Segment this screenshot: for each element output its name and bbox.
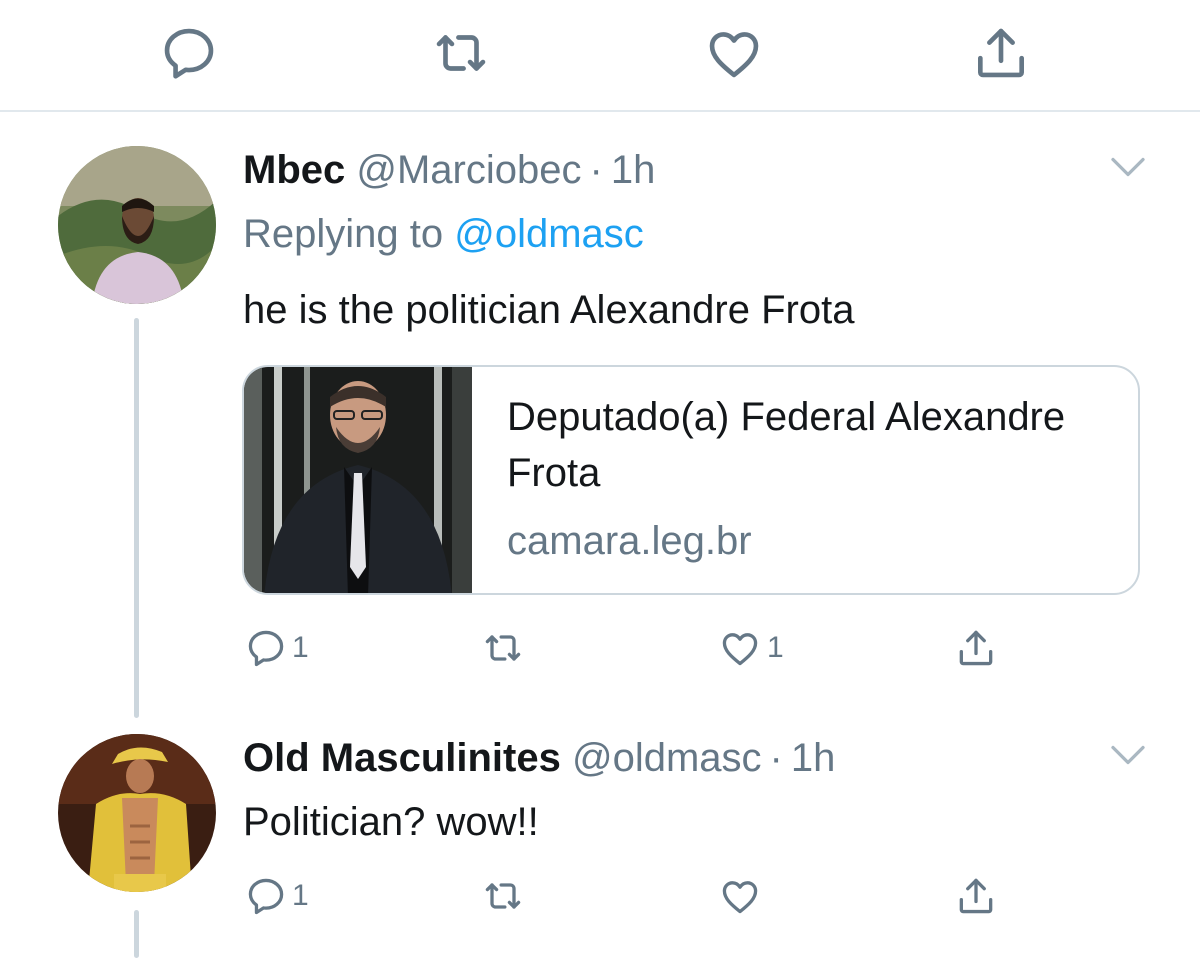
- reply-icon[interactable]: [158, 22, 220, 84]
- divider: [0, 110, 1200, 112]
- share-button[interactable]: [952, 872, 1000, 920]
- reply-count: 1: [292, 631, 309, 664]
- reply-icon: [244, 874, 288, 918]
- reply-count: 1: [292, 879, 309, 912]
- avatar[interactable]: [58, 734, 216, 892]
- share-button[interactable]: [952, 624, 1000, 672]
- replying-prefix: Replying to: [243, 212, 444, 256]
- thread-line: [134, 318, 139, 718]
- card-domain: camara.leg.br: [507, 519, 752, 563]
- user-handle[interactable]: @Marciobec: [356, 148, 581, 192]
- reply-icon: [244, 626, 288, 670]
- card-image: [244, 367, 472, 593]
- like-count: 1: [767, 631, 784, 664]
- retweet-button[interactable]: [478, 872, 532, 920]
- avatar[interactable]: [58, 146, 216, 304]
- chevron-down-icon[interactable]: [1110, 152, 1146, 182]
- tweet-header: Mbec @Marciobec · 1h: [243, 146, 655, 194]
- like-button[interactable]: 1: [717, 624, 784, 672]
- like-button[interactable]: [717, 872, 767, 920]
- retweet-button[interactable]: [478, 624, 532, 672]
- user-handle[interactable]: @oldmasc: [572, 736, 762, 780]
- like-icon: [717, 874, 763, 918]
- separator: ·: [589, 148, 603, 192]
- link-card[interactable]: Deputado(a) Federal Alexandre Frota cama…: [242, 365, 1140, 595]
- display-name[interactable]: Mbec: [243, 148, 345, 192]
- share-icon: [952, 874, 1000, 918]
- retweet-icon: [478, 626, 528, 670]
- card-title: Deputado(a) Federal Alexandre Frota: [507, 395, 1066, 495]
- thread-line: [134, 910, 139, 958]
- like-icon: [717, 626, 763, 670]
- retweet-icon: [478, 874, 528, 918]
- display-name[interactable]: Old Masculinites: [243, 736, 561, 780]
- chevron-down-icon[interactable]: [1110, 740, 1146, 770]
- mention-link[interactable]: @oldmasc: [454, 212, 644, 256]
- timestamp[interactable]: 1h: [791, 736, 836, 780]
- reply-button[interactable]: 1: [244, 872, 309, 920]
- tweet-text: he is the politician Alexandre Frota: [243, 288, 855, 332]
- timestamp[interactable]: 1h: [611, 148, 656, 192]
- like-icon[interactable]: [703, 22, 765, 84]
- reply-button[interactable]: 1: [244, 624, 309, 672]
- separator: ·: [769, 736, 783, 780]
- tweet-text: Politician? wow!!: [243, 800, 539, 844]
- share-icon: [952, 626, 1000, 670]
- share-icon[interactable]: [970, 22, 1032, 84]
- retweet-icon[interactable]: [430, 22, 492, 84]
- tweet-header: Old Masculinites @oldmasc · 1h: [243, 734, 835, 782]
- replying-to: Replying to @oldmasc: [243, 210, 644, 258]
